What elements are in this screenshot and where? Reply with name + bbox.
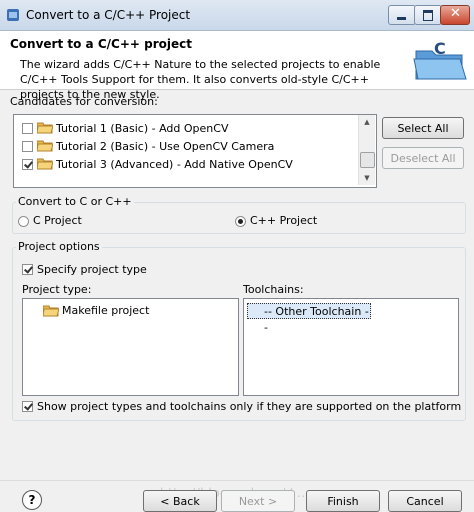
project-type-label-text: Makefile project bbox=[62, 304, 150, 317]
close-button[interactable]: ✕ bbox=[440, 5, 470, 25]
candidate-label: Tutorial 3 (Advanced) - Add Native OpenC… bbox=[56, 157, 293, 171]
c-project-radio[interactable]: C Project bbox=[18, 214, 82, 227]
c-project-radio-button[interactable] bbox=[18, 215, 29, 227]
svg-text:C: C bbox=[434, 39, 446, 58]
footer-separator bbox=[0, 480, 474, 481]
maximize-icon bbox=[423, 10, 433, 21]
cpp-project-radio[interactable]: C++ Project bbox=[235, 214, 317, 227]
cancel-button[interactable]: Cancel bbox=[388, 490, 462, 512]
cpp-project-radio-button[interactable] bbox=[235, 215, 246, 227]
folder-icon bbox=[37, 122, 53, 134]
candidate-item[interactable]: Tutorial 1 (Basic) - Add OpenCV bbox=[22, 119, 228, 137]
candidate-checkbox[interactable] bbox=[22, 140, 33, 152]
wizard-header: Convert to a C/C++ project The wizard ad… bbox=[0, 31, 474, 101]
cpp-project-label: C++ Project bbox=[250, 214, 318, 227]
select-all-button[interactable]: Select All bbox=[382, 117, 464, 139]
deselect-all-button[interactable]: Deselect All bbox=[382, 147, 464, 169]
toolchains-label: Toolchains: bbox=[243, 283, 304, 296]
help-icon[interactable]: ? bbox=[22, 490, 42, 510]
folder-icon bbox=[43, 305, 59, 316]
show-supported-label: Show project types and toolchains only i… bbox=[37, 400, 462, 413]
candidates-label: Candidates for conversion: bbox=[10, 95, 158, 108]
specify-type-label: Specify project type bbox=[37, 263, 147, 276]
specify-type-checkbox[interactable]: Specify project type bbox=[22, 263, 147, 276]
scroll-down-icon[interactable]: ▼ bbox=[359, 171, 375, 185]
toolchains-list[interactable]: -- Other Toolchain -- bbox=[243, 298, 459, 396]
project-type-label: Project type: bbox=[22, 283, 92, 296]
specify-type-check[interactable] bbox=[22, 264, 33, 275]
next-button[interactable]: Next > bbox=[221, 490, 295, 512]
toolchain-item[interactable]: -- Other Toolchain -- bbox=[247, 303, 371, 334]
scroll-up-icon[interactable]: ▲ bbox=[359, 115, 375, 129]
cpp-folder-icon: C bbox=[413, 39, 467, 80]
close-icon: ✕ bbox=[450, 6, 461, 21]
show-supported-check[interactable] bbox=[22, 401, 33, 412]
candidate-label: Tutorial 1 (Basic) - Add OpenCV bbox=[56, 121, 229, 135]
candidate-checkbox[interactable] bbox=[22, 122, 33, 134]
title-bar: Convert to a C/C++ Project ✕ bbox=[0, 0, 474, 31]
show-supported-checkbox[interactable]: Show project types and toolchains only i… bbox=[22, 400, 461, 413]
candidate-item[interactable]: Tutorial 2 (Basic) - Use OpenCV Camera bbox=[22, 137, 274, 155]
minimize-icon bbox=[397, 17, 406, 20]
back-button[interactable]: < Back bbox=[143, 490, 217, 512]
convert-group-label: Convert to C or C++ bbox=[16, 195, 134, 208]
options-group-label: Project options bbox=[16, 240, 102, 253]
candidates-list[interactable]: Tutorial 1 (Basic) - Add OpenCV Tutorial… bbox=[13, 114, 377, 188]
window-title: Convert to a C/C++ Project bbox=[26, 8, 191, 22]
candidate-checkbox[interactable] bbox=[22, 158, 33, 170]
folder-icon bbox=[37, 140, 53, 152]
app-icon bbox=[7, 9, 19, 21]
candidate-item[interactable]: Tutorial 3 (Advanced) - Add Native OpenC… bbox=[22, 155, 293, 173]
maximize-button[interactable] bbox=[414, 5, 442, 25]
project-type-list[interactable]: Makefile project bbox=[22, 298, 239, 396]
candidate-label: Tutorial 2 (Basic) - Use OpenCV Camera bbox=[56, 139, 275, 153]
page-title: Convert to a C/C++ project bbox=[10, 37, 192, 51]
c-project-label: C Project bbox=[33, 214, 82, 227]
finish-button[interactable]: Finish bbox=[306, 490, 380, 512]
minimize-button[interactable] bbox=[388, 5, 416, 25]
project-type-item[interactable]: Makefile project bbox=[43, 304, 149, 317]
candidates-scrollbar[interactable]: ▲ ▼ bbox=[358, 115, 375, 185]
folder-icon bbox=[37, 158, 53, 170]
scroll-thumb[interactable] bbox=[360, 152, 375, 168]
